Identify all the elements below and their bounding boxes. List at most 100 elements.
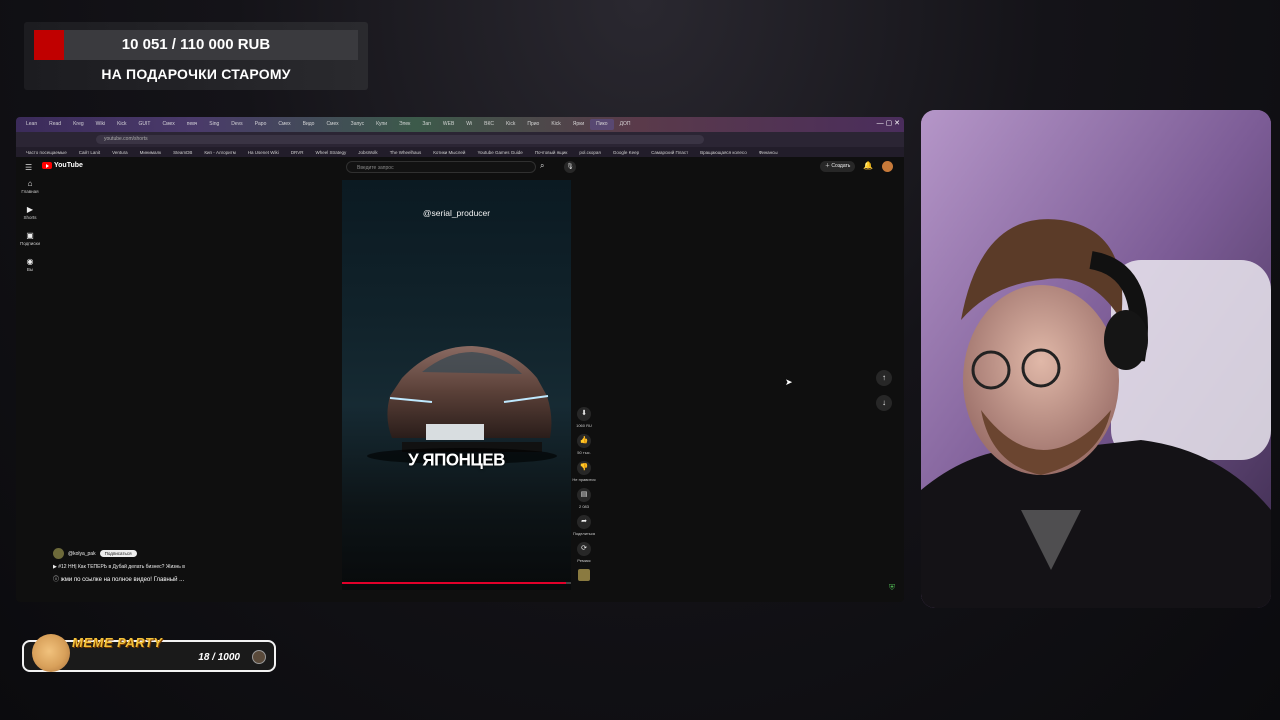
sound-thumbnail-image bbox=[578, 569, 590, 581]
bookmark-item[interactable]: Google Keep bbox=[607, 150, 645, 155]
mouse-cursor-icon: ➤ bbox=[785, 377, 793, 387]
download-label: 1060 RU bbox=[576, 423, 592, 428]
nav-item-you[interactable]: ◉ Вы bbox=[16, 257, 44, 283]
browser-tab[interactable]: Devs bbox=[225, 119, 248, 130]
bookmark-item[interactable]: Кип - Алгоритм bbox=[198, 150, 241, 155]
bookmark-item[interactable]: На Usenet Wiki bbox=[242, 150, 285, 155]
nav-label: Shorts bbox=[23, 215, 37, 220]
bookmark-item[interactable]: Youtube Games Guide bbox=[471, 150, 528, 155]
share-button[interactable]: ➦ Поделиться bbox=[572, 515, 596, 536]
meme-party-widget: MEME PARTY 18 / 1000 bbox=[22, 634, 276, 672]
download-button[interactable]: ⬇ 1060 RU bbox=[572, 407, 596, 428]
nav-label: Подписки bbox=[20, 241, 40, 246]
previous-short-button[interactable]: ↑ bbox=[876, 370, 892, 386]
browser-tab[interactable]: ДОП bbox=[614, 119, 637, 130]
browser-tab[interactable]: Papo bbox=[249, 119, 273, 130]
browser-tab[interactable]: певч bbox=[181, 119, 204, 130]
bookmark-item[interactable]: The Wheelhaus bbox=[384, 150, 428, 155]
dislike-label: Не нравится bbox=[572, 477, 596, 482]
shield-icon: ⛨ bbox=[889, 583, 895, 592]
browser-tab[interactable]: Видо bbox=[297, 119, 321, 130]
bookmark-item[interactable]: Ventura bbox=[106, 150, 134, 155]
nav-item-home[interactable]: ⌂ Главная bbox=[16, 179, 44, 205]
browser-tab[interactable]: Kreg bbox=[67, 119, 90, 130]
short-description[interactable]: ⓘ жми по ссылке на полное видео! Главный… bbox=[53, 574, 184, 583]
remix-button[interactable]: ⟳ Ремикс bbox=[572, 542, 596, 563]
bookmark-item[interactable]: Котики Мыслей bbox=[427, 150, 471, 155]
subscribe-button[interactable]: Подписаться bbox=[99, 550, 137, 557]
browser-tab[interactable]: Ярки bbox=[567, 119, 590, 130]
window-controls[interactable]: — ▢ ✕ bbox=[877, 119, 900, 127]
short-video-player[interactable]: @serial_producer У ЯПОНЦЕВ bbox=[342, 180, 571, 590]
arrow-up-icon: ↑ bbox=[882, 373, 886, 382]
bookmark-item[interactable]: Сайт Lanit bbox=[73, 150, 106, 155]
remix-label: Ремикс bbox=[577, 558, 591, 563]
browser-tab[interactable]: Смех bbox=[320, 119, 344, 130]
donation-goal-bar: 10 051 / 110 000 RUB bbox=[34, 30, 358, 60]
meme-party-title: MEME PARTY bbox=[72, 635, 163, 650]
bookmark-item[interactable]: Почтовый ящик bbox=[529, 150, 574, 155]
nav-label: Вы bbox=[26, 267, 34, 272]
browser-tab[interactable]: Смех bbox=[272, 119, 296, 130]
channel-avatar[interactable] bbox=[53, 548, 64, 559]
car-image bbox=[367, 346, 557, 464]
short-description-text: жми по ссылке на полное видео! Главный .… bbox=[60, 577, 185, 583]
you-icon: ◉ bbox=[26, 257, 34, 266]
browser-tab[interactable]: Запус bbox=[345, 119, 370, 130]
mic-icon[interactable]: 🎙 bbox=[564, 161, 576, 173]
url-field[interactable]: youtube.com/shorts bbox=[96, 135, 704, 144]
browser-tab[interactable]: Прио bbox=[521, 119, 545, 130]
browser-tab[interactable]: Купи bbox=[370, 119, 393, 130]
bookmark-item[interactable]: Вращающаяся колесо bbox=[694, 150, 753, 155]
bookmark-item[interactable]: Самарский Пласт bbox=[645, 150, 694, 155]
browser-tab[interactable]: Смех bbox=[157, 119, 181, 130]
next-short-button[interactable]: ↓ bbox=[876, 395, 892, 411]
nav-item-shorts[interactable]: ▶ Shorts bbox=[16, 205, 44, 231]
menu-icon[interactable]: ☰ bbox=[25, 163, 32, 172]
bookmark-item[interactable]: Финансы bbox=[753, 150, 784, 155]
dislike-button[interactable]: 👎 Не нравится bbox=[572, 461, 596, 482]
bookmark-item[interactable]: DRVR bbox=[285, 150, 310, 155]
browser-tab[interactable]: Пико bbox=[590, 119, 614, 130]
bookmarks-bar: Часто посещаемые Сайт Lanit Ventura Минимал… bbox=[16, 147, 904, 157]
youtube-header: ☰ YouTube Введите запрос ⌕ 🎙 ＋ Создать 🔔 bbox=[16, 157, 904, 177]
bell-icon[interactable]: 🔔 bbox=[863, 161, 873, 170]
like-button[interactable]: 👍 50 тыс. bbox=[572, 434, 596, 455]
user-avatar[interactable] bbox=[882, 161, 893, 172]
bookmark-item[interactable]: SteamDB bbox=[167, 150, 198, 155]
bookmark-item[interactable]: JobsWolk bbox=[352, 150, 383, 155]
nav-item-subscriptions[interactable]: ▣ Подписки bbox=[16, 231, 44, 257]
create-button[interactable]: ＋ Создать bbox=[820, 161, 856, 172]
channel-name[interactable]: @kolya_pak bbox=[68, 551, 96, 557]
browser-tab[interactable]: Lean bbox=[20, 119, 43, 130]
comments-button[interactable]: ▤ 2 083 bbox=[572, 488, 596, 509]
short-progress-bar[interactable] bbox=[342, 582, 571, 584]
browser-tab[interactable]: Kick bbox=[545, 119, 566, 130]
doge-icon bbox=[32, 634, 70, 672]
search-input[interactable]: Введите запрос bbox=[346, 161, 536, 173]
bookmark-item[interactable]: Wheel Strategy bbox=[309, 150, 352, 155]
search-icon[interactable]: ⌕ bbox=[540, 161, 544, 171]
browser-tab[interactable]: WEB bbox=[437, 119, 460, 130]
browser-tab[interactable]: GUIT bbox=[133, 119, 157, 130]
browser-tab[interactable]: Элек bbox=[393, 119, 416, 130]
like-count: 50 тыс. bbox=[577, 450, 591, 455]
browser-tab[interactable]: Зап bbox=[416, 119, 437, 130]
bookmark-item[interactable]: Часто посещаемые bbox=[20, 150, 73, 155]
related-video-link[interactable]: ▶ #12 НН| Как ТЕПЕРЬ в Дубай делать бизн… bbox=[53, 564, 185, 570]
bookmark-item[interactable]: pol.скорая bbox=[573, 150, 606, 155]
coin-icon bbox=[252, 650, 266, 664]
sound-thumbnail[interactable] bbox=[572, 569, 596, 581]
bookmark-item[interactable]: Минималк bbox=[134, 150, 167, 155]
youtube-logo[interactable]: YouTube bbox=[42, 162, 83, 169]
donation-goal: 10 051 / 110 000 RUB НА ПОДАРОЧКИ СТАРОМ… bbox=[24, 22, 368, 90]
browser-tab[interactable]: Kick bbox=[111, 119, 132, 130]
tab-bar: Lean Read Kreg Wiki Kick GUIT Смех певч Sing Devs… bbox=[16, 117, 904, 132]
browser-tab[interactable]: Kick bbox=[500, 119, 521, 130]
browser-tab[interactable]: ВКС bbox=[478, 119, 500, 130]
browser-tab[interactable]: Sing bbox=[203, 119, 225, 130]
webcam-image bbox=[921, 110, 1271, 608]
browser-tab[interactable]: Read bbox=[43, 119, 67, 130]
browser-tab[interactable]: Wiki bbox=[90, 119, 111, 130]
browser-tab[interactable]: Wi bbox=[460, 119, 478, 130]
